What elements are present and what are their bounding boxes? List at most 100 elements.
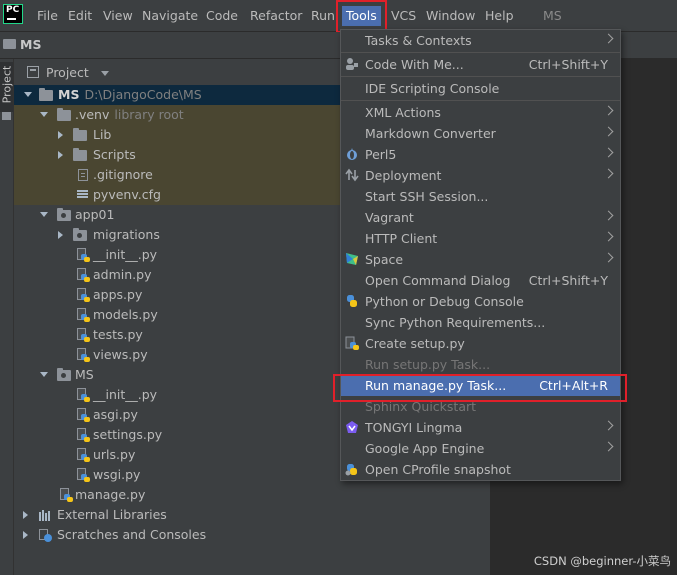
tree-label: urls.py — [93, 447, 136, 462]
python-file-icon — [77, 408, 90, 422]
project-tool-tab-label: Project — [0, 65, 14, 104]
menu-item-deployment[interactable]: Deployment — [341, 165, 620, 186]
tree-label: MS — [75, 367, 94, 382]
watermark: CSDN @beginner-小菜鸟 — [533, 554, 671, 568]
tree-row-scratches[interactable]: Scratches and Consoles — [14, 525, 490, 545]
menu-item-vagrant[interactable]: Vagrant — [341, 207, 620, 228]
tree-label: pyvenv.cfg — [93, 187, 161, 202]
config-file-icon — [77, 190, 88, 201]
structure-tool-icon[interactable] — [2, 112, 11, 120]
package-folder-icon — [73, 228, 87, 241]
python-file-icon — [77, 428, 90, 442]
tree-label: asgi.py — [93, 407, 138, 422]
menu-navigate[interactable]: Navigate — [142, 7, 198, 25]
menu-item-google-app-engine[interactable]: Google App Engine — [341, 438, 620, 459]
menu-separator — [341, 76, 620, 77]
tree-label: tests.py — [93, 327, 143, 342]
run-manage-annotation-box — [333, 374, 627, 402]
chevron-right-icon — [603, 168, 614, 179]
tree-label: MS D:\DjangoCode\MS — [58, 87, 202, 102]
menu-file[interactable]: File — [37, 7, 58, 25]
chevron-right-icon — [603, 126, 614, 137]
menu-view[interactable]: View — [103, 7, 133, 25]
tree-label: views.py — [93, 347, 148, 362]
chevron-down-icon[interactable] — [101, 71, 109, 76]
deployment-arrows-icon — [345, 168, 359, 182]
package-folder-icon — [57, 368, 71, 381]
menu-item-xml-actions[interactable]: XML Actions — [341, 102, 620, 123]
menu-item-perl5[interactable]: Perl5 — [341, 144, 620, 165]
tree-label: app01 — [75, 207, 115, 222]
tree-label: apps.py — [93, 287, 143, 302]
python-file-icon — [77, 288, 90, 302]
chevron-right-icon — [603, 252, 614, 263]
space-icon — [346, 253, 358, 265]
tree-label: External Libraries — [57, 507, 167, 522]
menu-help[interactable]: Help — [485, 7, 514, 25]
tree-label: Scratches and Consoles — [57, 527, 207, 542]
python-file-icon — [77, 468, 90, 482]
chevron-right-icon — [603, 147, 614, 158]
tree-label: Scripts — [93, 147, 136, 162]
menu-item-space[interactable]: Space — [341, 249, 620, 270]
chevron-right-icon[interactable] — [58, 151, 63, 159]
menu-code[interactable]: Code — [206, 7, 238, 25]
tree-label: Lib — [93, 127, 112, 142]
tree-label: .venv library root — [75, 107, 184, 122]
chevron-right-icon — [603, 441, 614, 452]
chevron-down-icon[interactable] — [40, 112, 48, 117]
chevron-right-icon — [603, 420, 614, 431]
text-file-icon — [78, 169, 88, 181]
project-panel-title[interactable]: Project — [46, 64, 89, 82]
chevron-right-icon[interactable] — [23, 531, 28, 539]
folder-icon — [39, 88, 53, 101]
library-icon — [39, 510, 53, 521]
breadcrumb-project[interactable]: MS — [20, 36, 41, 54]
chevron-right-icon — [603, 33, 614, 44]
chevron-right-icon — [603, 231, 614, 242]
menu-item-sync-python-requirements[interactable]: Sync Python Requirements... — [341, 312, 620, 333]
menu-refactor[interactable]: Refactor — [250, 7, 302, 25]
python-console-icon — [347, 295, 357, 307]
menu-run[interactable]: Run — [311, 7, 335, 25]
menu-separator — [341, 52, 620, 53]
python-file-icon — [77, 248, 90, 262]
python-file-icon — [345, 336, 359, 350]
menu-separator — [341, 100, 620, 101]
menu-vcs[interactable]: VCS — [391, 7, 416, 25]
menu-item-python-debug-console[interactable]: Python or Debug Console — [341, 291, 620, 312]
chevron-down-icon[interactable] — [24, 92, 32, 97]
menu-item-tasks-contexts[interactable]: Tasks & Contexts — [341, 30, 620, 51]
chevron-right-icon[interactable] — [58, 231, 63, 239]
menu-item-open-cprofile-snapshot[interactable]: Open CProfile snapshot — [341, 459, 620, 480]
tree-label: wsgi.py — [93, 467, 141, 482]
menu-item-code-with-me[interactable]: Code With Me... Ctrl+Shift+Y — [341, 54, 620, 75]
cprofile-icon — [345, 464, 357, 476]
project-view-icon — [27, 66, 39, 78]
python-file-icon — [77, 308, 90, 322]
tree-label: manage.py — [75, 487, 146, 502]
chevron-right-icon — [603, 210, 614, 221]
tree-label: __init__.py — [93, 387, 158, 402]
menu-item-run-setup-py-task: Run setup.py Task... — [365, 357, 491, 372]
menu-item-start-ssh-session[interactable]: Start SSH Session... — [341, 186, 620, 207]
menu-item-create-setup-py[interactable]: Create setup.py — [341, 333, 620, 354]
tree-label: models.py — [93, 307, 158, 322]
tree-row-manage-py[interactable]: manage.py — [14, 485, 490, 505]
menu-edit[interactable]: Edit — [68, 7, 92, 25]
chevron-down-icon[interactable] — [40, 212, 48, 217]
python-file-icon — [60, 488, 73, 502]
tree-row-external-libraries[interactable]: External Libraries — [14, 505, 490, 525]
menu-item-tongyi-lingma[interactable]: TONGYI Lingma — [341, 417, 620, 438]
folder-icon — [73, 148, 87, 161]
menu-item-ide-scripting-console[interactable]: IDE Scripting Console — [341, 78, 620, 99]
menu-window[interactable]: Window — [426, 7, 475, 25]
chevron-right-icon[interactable] — [58, 131, 63, 139]
python-file-icon — [77, 328, 90, 342]
menu-item-markdown-converter[interactable]: Markdown Converter — [341, 123, 620, 144]
chevron-down-icon[interactable] — [40, 372, 48, 377]
menu-item-open-command-dialog[interactable]: Open Command Dialog Ctrl+Shift+Y — [341, 270, 620, 291]
chevron-right-icon[interactable] — [23, 511, 28, 519]
package-folder-icon — [57, 208, 71, 221]
menu-item-http-client[interactable]: HTTP Client — [341, 228, 620, 249]
